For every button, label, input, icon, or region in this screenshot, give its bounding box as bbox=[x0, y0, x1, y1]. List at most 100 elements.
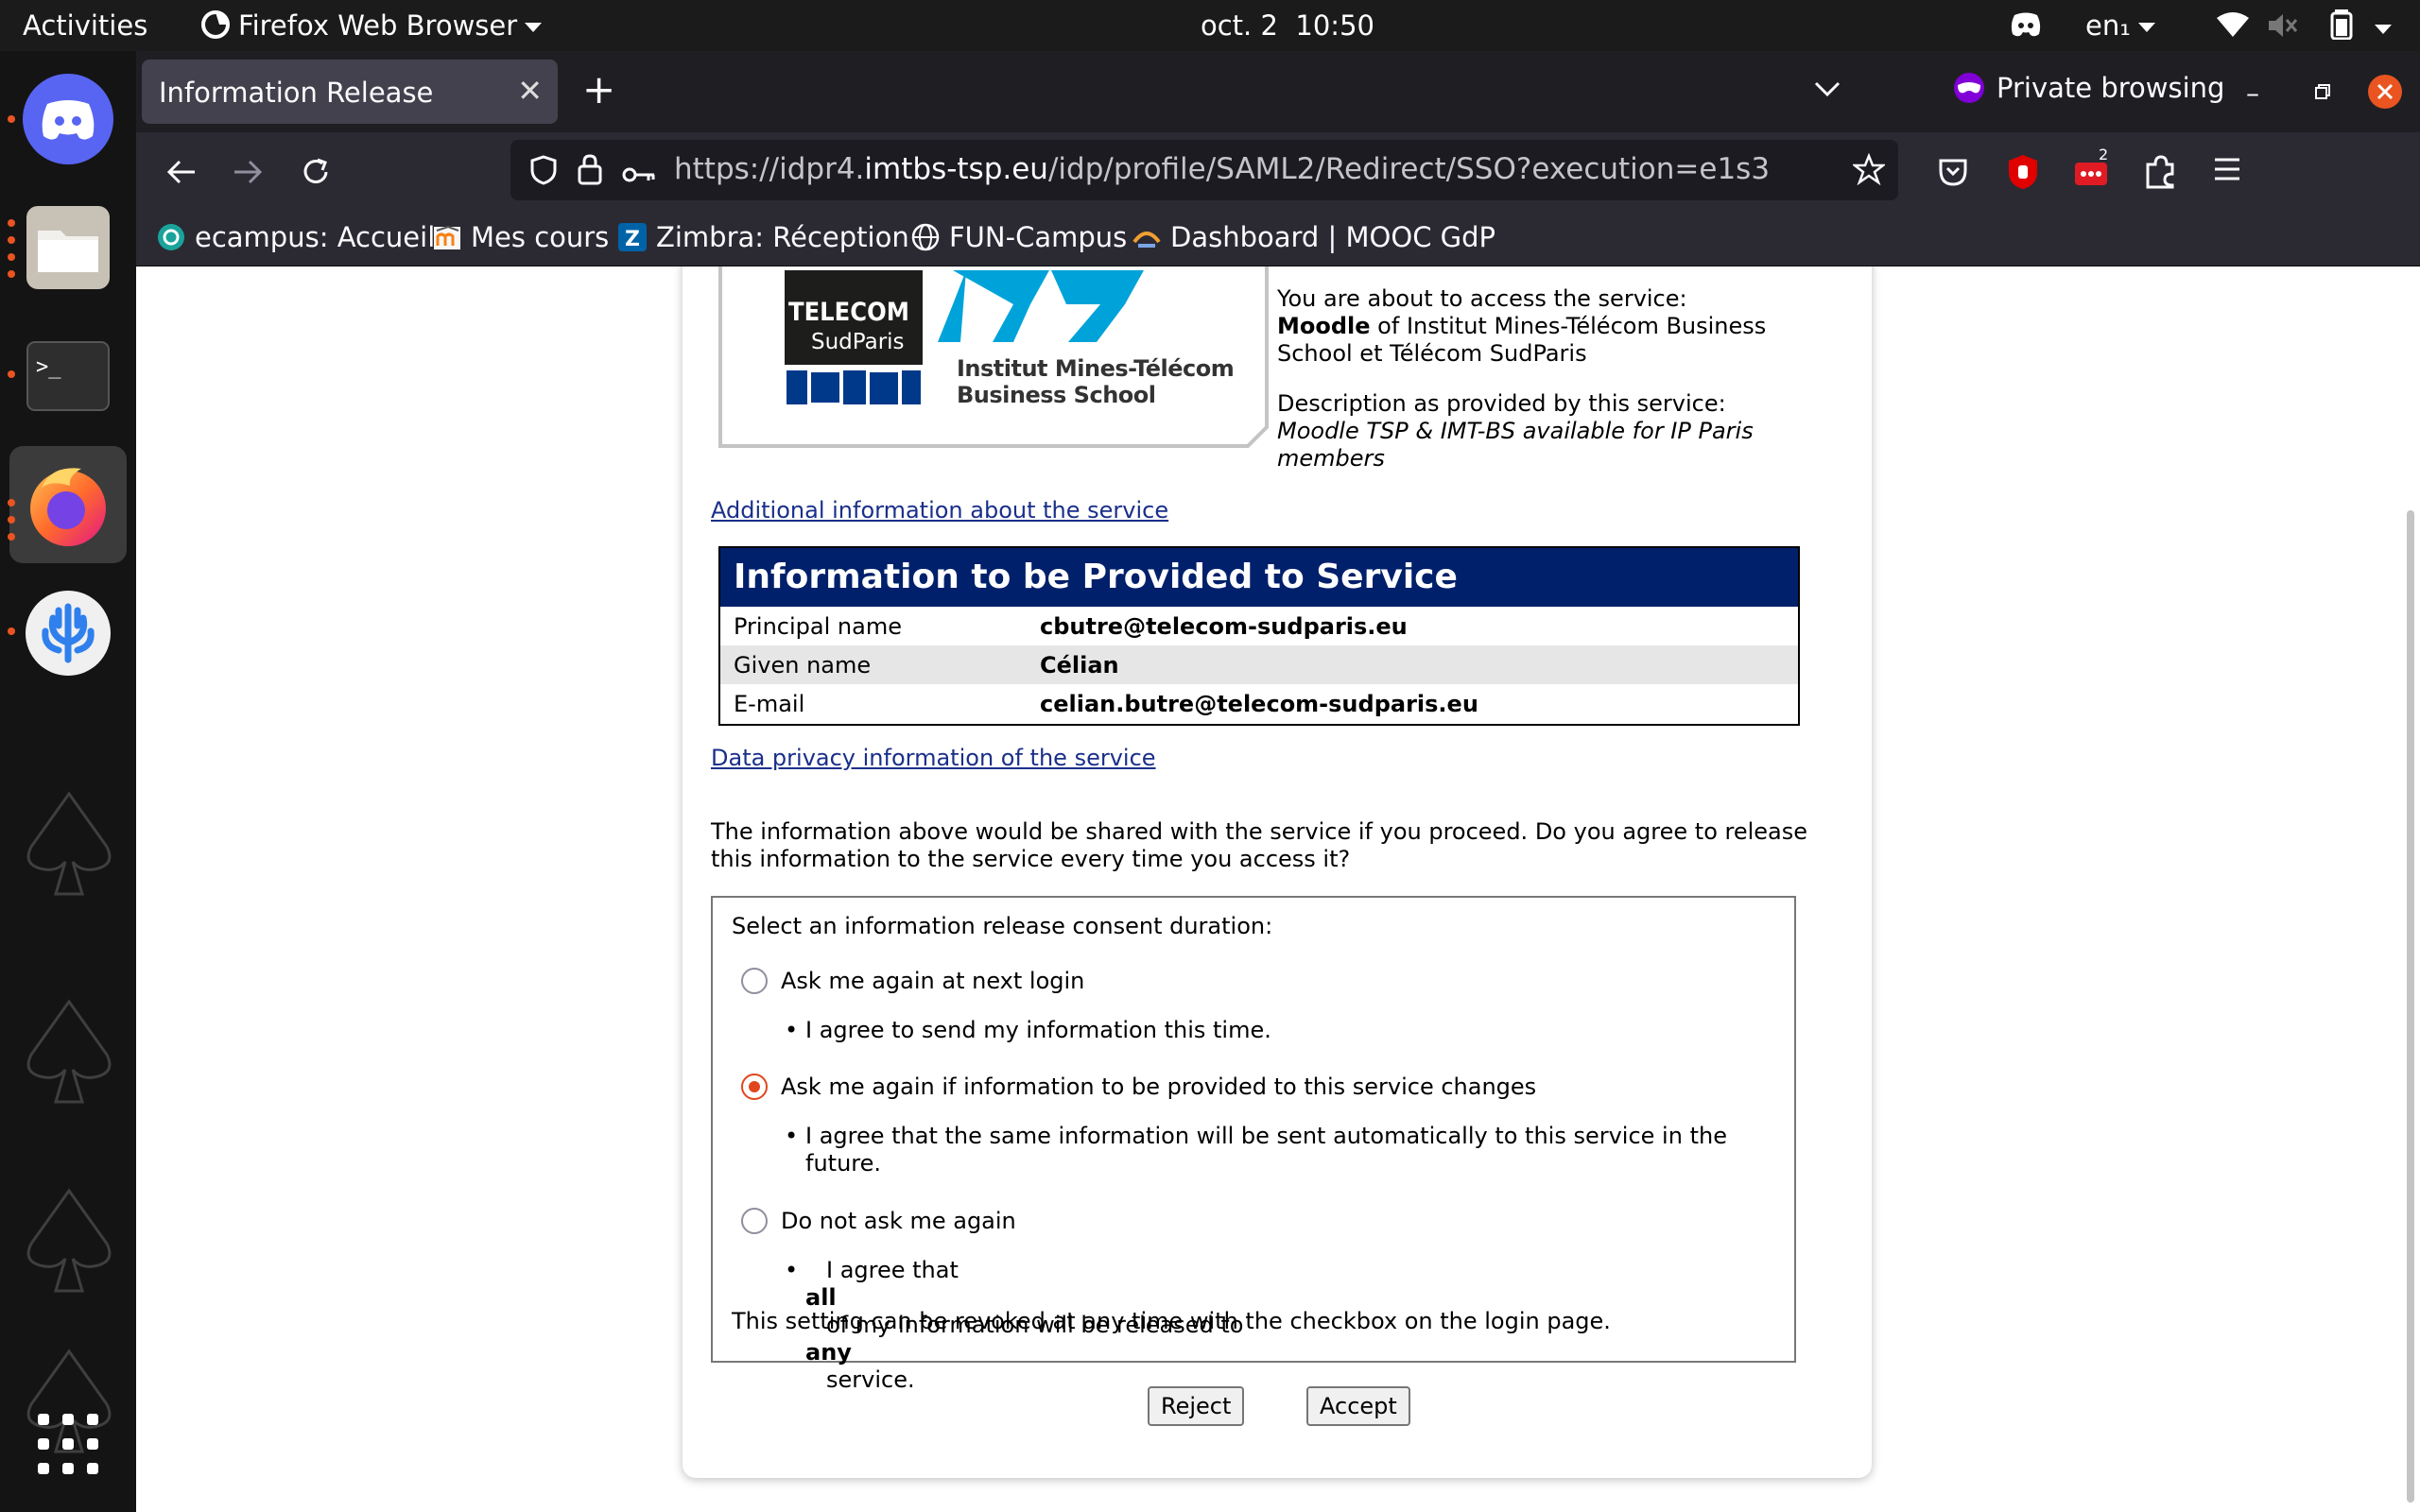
extension-badge-count: 2 bbox=[2099, 146, 2109, 163]
minimize-window-icon[interactable]: – bbox=[2246, 77, 2259, 109]
discord-tray-icon[interactable] bbox=[2010, 11, 2042, 44]
mooc-icon bbox=[1132, 232, 1161, 248]
bookmark-ecampus[interactable]: ecampus: Accueil bbox=[157, 221, 435, 253]
chevron-down-icon bbox=[2137, 23, 2155, 32]
app-menu[interactable]: Firefox Web Browser bbox=[200, 9, 543, 42]
dock-files[interactable] bbox=[9, 189, 127, 306]
bookmark-label: ecampus: Accueil bbox=[195, 221, 436, 253]
bookmark-fun-campus[interactable]: FUN-Campus bbox=[911, 221, 1127, 253]
top-bar: Activities Firefox Web Browser oct. 2 10… bbox=[0, 0, 2420, 51]
additional-info-link[interactable]: Additional information about the service bbox=[711, 497, 1168, 524]
firefox-small-icon bbox=[201, 10, 230, 39]
extensions-puzzle-icon[interactable] bbox=[2144, 153, 2176, 193]
lock-icon[interactable] bbox=[577, 153, 603, 193]
time-label: 10:50 bbox=[1295, 9, 1374, 42]
svg-text:>_: >_ bbox=[36, 355, 61, 379]
service-info: You are about to access the service: Moo… bbox=[1277, 285, 1806, 472]
vscodium-icon bbox=[26, 591, 111, 676]
reject-button[interactable]: Reject bbox=[1148, 1386, 1245, 1426]
url-prefix: https://idpr4. bbox=[674, 152, 865, 186]
radio-ask-next-login[interactable] bbox=[741, 968, 768, 994]
bookmark-star-icon[interactable] bbox=[1851, 152, 1887, 193]
permissions-key-icon[interactable] bbox=[622, 159, 656, 193]
option-label[interactable]: Ask me again if information to be provid… bbox=[781, 1074, 1536, 1100]
option-label[interactable]: Do not ask me again bbox=[781, 1208, 1016, 1234]
restore-window-icon[interactable] bbox=[2314, 83, 2331, 104]
volume-muted-icon[interactable] bbox=[2267, 11, 2299, 46]
sudparis-logo-text: SudParis bbox=[811, 330, 905, 354]
consent-intro: The information above would be shared wi… bbox=[711, 818, 1808, 872]
data-privacy-link[interactable]: Data privacy information of the service bbox=[711, 745, 1156, 771]
extension-badge-icon[interactable]: 2 bbox=[2074, 146, 2110, 193]
radio-ask-if-changes[interactable] bbox=[741, 1074, 768, 1100]
discord-icon bbox=[23, 74, 113, 164]
tab-information-release[interactable]: Information Release ✕ bbox=[142, 60, 558, 124]
firefox-icon bbox=[30, 468, 106, 546]
pocket-icon[interactable] bbox=[1938, 157, 1968, 191]
accept-button[interactable]: Accept bbox=[1306, 1386, 1410, 1426]
close-tab-icon[interactable]: ✕ bbox=[517, 73, 543, 109]
bookmark-mooc-gdp[interactable]: Dashboard | MOOC GdP bbox=[1132, 221, 1495, 253]
hamburger-menu-icon[interactable] bbox=[2212, 155, 2242, 187]
keyboard-layout[interactable]: en₁ bbox=[2085, 9, 2155, 42]
attribute-label: Given name bbox=[734, 652, 872, 679]
bookmark-label: Dashboard | MOOC GdP bbox=[1170, 221, 1496, 253]
forward-arrow-icon[interactable] bbox=[231, 155, 265, 193]
radio-do-not-ask[interactable] bbox=[741, 1208, 768, 1234]
dock-firefox[interactable] bbox=[9, 446, 127, 563]
list-all-tabs-chevron-down-icon[interactable] bbox=[1813, 79, 1841, 102]
attribute-value: Célian bbox=[1040, 652, 1119, 679]
battery-icon[interactable] bbox=[2329, 9, 2354, 46]
activities-button[interactable]: Activities bbox=[23, 9, 147, 42]
ecampus-icon bbox=[158, 224, 184, 250]
show-apps-grid-icon[interactable] bbox=[38, 1414, 98, 1478]
url-path: /idp/profile/SAML2/Redirect/SSO?executio… bbox=[1047, 152, 1771, 186]
service-description: Moodle TSP & IMT-BS available for IP Par… bbox=[1277, 418, 1754, 472]
tab-strip: Information Release ✕ + Private browsing… bbox=[136, 51, 2420, 132]
reload-icon[interactable] bbox=[299, 155, 333, 193]
description-intro: Description as provided by this service: bbox=[1277, 390, 1726, 417]
imt-logo-line1: Institut Mines-Télécom bbox=[957, 355, 1235, 382]
dock-vscodium[interactable] bbox=[9, 575, 127, 692]
attribute-label: E-mail bbox=[734, 691, 805, 717]
table-row: E-mail celian.butre@telecom-sudparis.eu bbox=[720, 684, 1798, 723]
bookmark-mes-cours[interactable]: Mes cours bbox=[433, 221, 609, 253]
private-browsing-label: Private browsing bbox=[1996, 72, 2225, 104]
clock[interactable]: oct. 2 10:50 bbox=[1201, 9, 1374, 42]
bookmark-zimbra[interactable]: Z Zimbra: Réception bbox=[618, 221, 909, 253]
files-folder-icon bbox=[26, 206, 110, 289]
service-name: Moodle bbox=[1277, 313, 1371, 339]
option-label[interactable]: Ask me again at next login bbox=[781, 968, 1084, 994]
consent-legend: Select an information release consent du… bbox=[732, 913, 1273, 939]
close-window-icon[interactable] bbox=[2367, 74, 2403, 113]
url-domain: imtbs-tsp.eu bbox=[864, 152, 1048, 186]
date-label: oct. 2 bbox=[1201, 9, 1278, 42]
access-intro: You are about to access the service: bbox=[1277, 285, 1687, 312]
wifi-icon[interactable] bbox=[2216, 11, 2250, 44]
revoke-note: This setting can be revoked at any time … bbox=[732, 1308, 1611, 1334]
dock: >_ bbox=[0, 51, 136, 1512]
spade-wallpaper-icon bbox=[26, 1188, 112, 1293]
svg-text:Z: Z bbox=[625, 228, 640, 251]
chevron-down-icon bbox=[525, 23, 543, 32]
option-detail: I agree to send my information this time… bbox=[785, 1017, 1777, 1044]
tab-title: Information Release bbox=[159, 77, 434, 109]
system-menu-chevron-down-icon[interactable] bbox=[2367, 11, 2392, 43]
ublock-origin-icon[interactable] bbox=[2006, 153, 2040, 195]
keyboard-layout-label: en₁ bbox=[2085, 9, 2131, 42]
globe-icon bbox=[911, 223, 940, 251]
terminal-icon: >_ bbox=[26, 341, 110, 411]
page-scrollbar[interactable] bbox=[2407, 510, 2414, 1503]
new-tab-plus-icon[interactable]: + bbox=[582, 66, 615, 112]
spade-wallpaper-icon bbox=[26, 791, 112, 896]
bookmark-label: FUN-Campus bbox=[949, 221, 1128, 253]
table-row: Given name Célian bbox=[720, 645, 1798, 684]
back-arrow-icon[interactable] bbox=[164, 155, 199, 193]
moodle-icon bbox=[434, 225, 460, 249]
app-name: Firefox Web Browser bbox=[238, 9, 518, 42]
address-bar[interactable]: https://idpr4.imtbs-tsp.eu/idp/profile/S… bbox=[510, 140, 1898, 200]
dock-discord[interactable] bbox=[9, 60, 127, 178]
dock-terminal[interactable]: >_ bbox=[9, 318, 127, 435]
telecom-logo-text: TELECOM bbox=[788, 298, 909, 327]
tracking-shield-icon[interactable] bbox=[529, 155, 558, 193]
